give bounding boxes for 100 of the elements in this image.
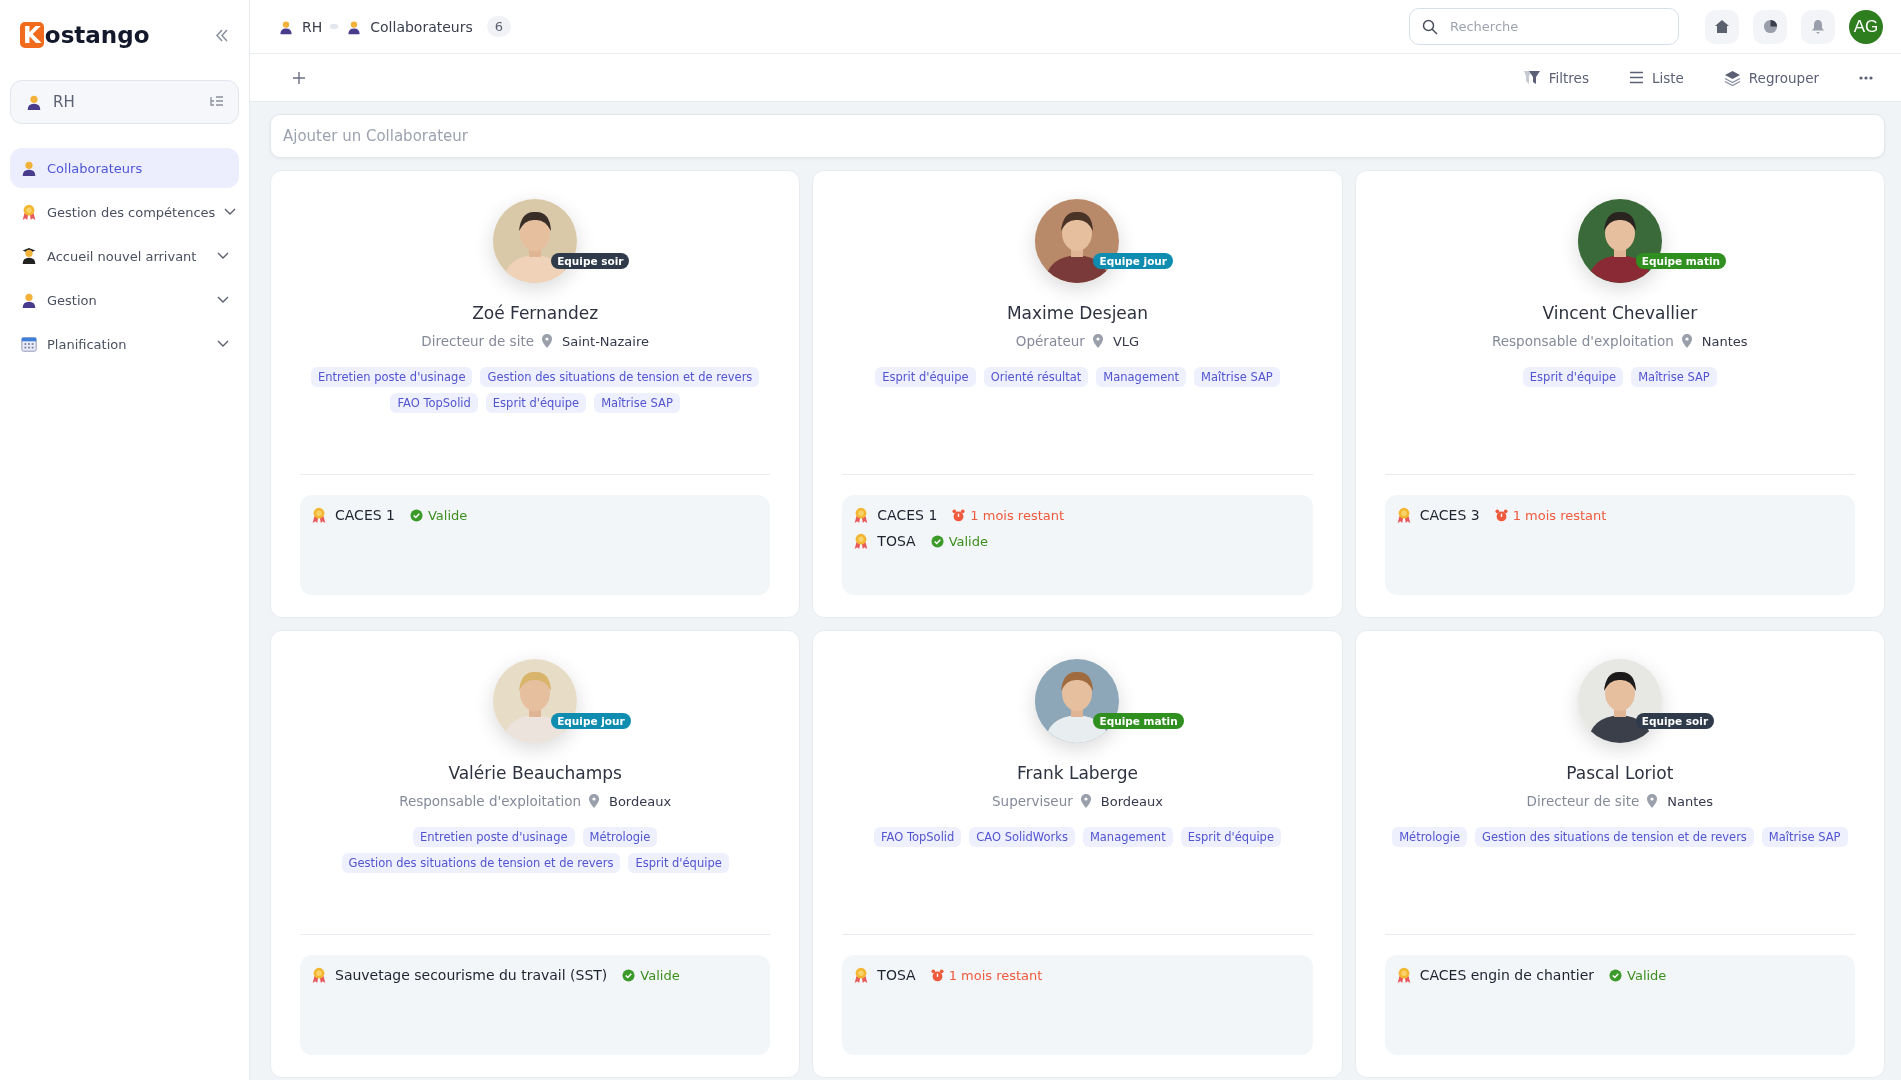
- alarm-clock-icon: [930, 968, 944, 982]
- chevron-down-icon: [217, 252, 229, 260]
- notifications-button[interactable]: [1801, 9, 1835, 44]
- pie-chart-icon: [1762, 19, 1778, 34]
- sidebar-item[interactable]: Gestion des compétences: [10, 192, 239, 232]
- skill-tag: Maîtrise SAP: [1194, 367, 1280, 387]
- job-title: Directeur de site: [421, 333, 534, 349]
- chevron-down-icon: [224, 208, 237, 216]
- sidebar-item[interactable]: Planification: [10, 324, 239, 364]
- collaborator-name: Pascal Loriot: [1566, 763, 1674, 783]
- chevron-down-icon: [217, 296, 229, 304]
- collaborator-card[interactable]: Equipe soir Zoé Fernandez Directeur de site Saint-Nazaire Entretien poste d'usinage Gestion des situations de tension et de revers FAO TopSolid Esprit d'équipe Maîtrise SAP CACES 1 Valide: [270, 170, 801, 618]
- skill-tag: Entretien poste d'usinage: [412, 827, 575, 847]
- skill-tag: Maîtrise SAP: [1631, 367, 1717, 387]
- skill-tag: Orienté résultat: [983, 367, 1089, 387]
- collaborator-name: Frank Laberge: [1016, 763, 1138, 783]
- toolbar-button[interactable]: Filtres: [1512, 65, 1599, 90]
- collaborator-card[interactable]: Equipe soir Pascal Loriot Directeur de site Nantes Métrologie Gestion des situations de tension et de revers Maîtrise SAP CACES engin de chantier Valide: [1354, 630, 1885, 1078]
- team-badge: Equipe jour: [1093, 253, 1173, 269]
- certification-name: CACES 3: [1419, 507, 1480, 523]
- skill-tag: Entretien poste d'usinage: [310, 367, 473, 387]
- count-badge: 6: [486, 16, 512, 37]
- search-icon: [1422, 18, 1438, 35]
- certification-name: CACES engin de chantier: [1419, 967, 1595, 983]
- skill-tag: Maîtrise SAP: [1761, 827, 1848, 847]
- sidebar-item[interactable]: Accueil nouvel arrivant: [10, 236, 239, 276]
- collaborator-name: Vincent Chevallier: [1542, 303, 1698, 323]
- collapse-sidebar-icon[interactable]: [215, 28, 229, 42]
- certification-status: 1 mois restant: [970, 507, 1065, 523]
- check-badge-icon: [1609, 968, 1623, 982]
- skill-tag: Gestion des situations de tension et de revers: [480, 367, 760, 387]
- add-collaborator-field[interactable]: Ajouter un Collaborateur: [270, 114, 1885, 158]
- sidebar-item[interactable]: Collaborateurs: [10, 148, 239, 188]
- skill-tag: Maîtrise SAP: [594, 393, 680, 413]
- location-pin-icon: [1092, 334, 1103, 348]
- team-badge: Equipe matin: [1093, 713, 1184, 729]
- skill-tag: FAO TopSolid: [873, 827, 962, 847]
- chevron-down-icon: [217, 340, 229, 348]
- list-icon: [1628, 71, 1644, 84]
- certification-name: CACES 1: [877, 507, 938, 523]
- calendar-icon: [20, 335, 38, 353]
- more-icon: [1859, 75, 1873, 80]
- certification-status: Valide: [1627, 967, 1667, 983]
- certification-status: 1 mois restant: [1512, 507, 1607, 523]
- graduate-icon: [20, 247, 38, 265]
- collaborator-card[interactable]: Equipe matin Frank Laberge Superviseur Bordeaux FAO TopSolid CAO SolidWorks Management Esprit d'équipe TOSA 1 mois restant: [812, 630, 1343, 1078]
- medal-icon: [310, 506, 328, 524]
- certification-name: CACES 1: [335, 507, 395, 523]
- certification-status: Valide: [948, 533, 988, 549]
- location-pin-icon: [1647, 794, 1658, 808]
- bell-icon: [1811, 19, 1825, 34]
- skill-tag: Métrologie: [1392, 827, 1467, 847]
- collaborator-card[interactable]: Equipe matin Vincent Chevallier Responsable d'exploitation Nantes Esprit d'équipe Maîtrise SAP CACES 3 1 mois restant: [1354, 170, 1885, 618]
- skill-tag: Métrologie: [582, 827, 658, 847]
- collaborator-name: Maxime Desjean: [1006, 303, 1149, 323]
- skill-tag: FAO TopSolid: [390, 393, 478, 413]
- person-icon: [20, 291, 38, 309]
- skill-tag: Esprit d'équipe: [1522, 367, 1624, 387]
- layers-icon: [1723, 69, 1741, 86]
- location-pin-icon: [542, 334, 552, 348]
- user-avatar[interactable]: AG: [1849, 9, 1883, 44]
- search-field[interactable]: Recherche: [1448, 18, 1666, 35]
- add-icon[interactable]: [292, 70, 306, 85]
- location: VLG: [1112, 333, 1140, 349]
- alarm-clock-icon: [1494, 508, 1508, 522]
- job-title: Responsable d'exploitation: [399, 793, 581, 809]
- toolbar-button[interactable]: Regrouper: [1713, 65, 1829, 90]
- job-title: Opérateur: [1015, 333, 1085, 349]
- person-icon: [20, 159, 38, 177]
- location-pin-icon: [1080, 794, 1091, 808]
- collaborator-card[interactable]: Equipe jour Maxime Desjean Opérateur VLG Esprit d'équipe Orienté résultat Management Maîtrise SAP CACES 1 1 mois restant TOSA Valide: [812, 170, 1343, 618]
- workspace-selector[interactable]: RH: [10, 80, 239, 124]
- tree-list-icon: [210, 96, 224, 108]
- person-icon: [278, 18, 294, 35]
- check-badge-icon: [410, 508, 423, 522]
- breadcrumb-item[interactable]: Collaborateurs: [370, 18, 473, 35]
- certification-name: Sauvetage secourisme du travail (SST): [335, 967, 608, 983]
- job-title: Responsable d'exploitation: [1492, 333, 1674, 349]
- collaborator-name: Zoé Fernandez: [472, 303, 599, 323]
- search-box[interactable]: Recherche: [1409, 8, 1679, 45]
- collaborator-card[interactable]: [270, 630, 801, 1078]
- team-badge: Equipe soir: [1635, 713, 1715, 729]
- person-icon: [25, 93, 43, 111]
- skill-tag: Management: [1096, 367, 1187, 387]
- certification-name: TOSA: [877, 967, 916, 983]
- skill-tag: Gestion des situations de tension et de revers: [1474, 827, 1754, 847]
- certification-status: 1 mois restant: [948, 967, 1043, 983]
- team-badge: Equipe jour: [551, 713, 631, 729]
- check-badge-icon: [622, 968, 636, 982]
- skill-tag: Esprit d'équipe: [875, 367, 976, 387]
- dashboard-button[interactable]: [1753, 9, 1787, 44]
- medal-icon: [20, 203, 38, 221]
- location: Nantes: [1667, 793, 1714, 809]
- home-icon: [1714, 19, 1730, 34]
- home-button[interactable]: [1705, 9, 1739, 44]
- sidebar-item[interactable]: Gestion: [10, 280, 239, 320]
- toolbar-button[interactable]: Liste: [1618, 65, 1694, 90]
- alarm-clock-icon: [952, 508, 966, 522]
- skill-tag: Esprit d'équipe: [485, 393, 587, 413]
- breadcrumb-item[interactable]: RH: [302, 18, 323, 35]
